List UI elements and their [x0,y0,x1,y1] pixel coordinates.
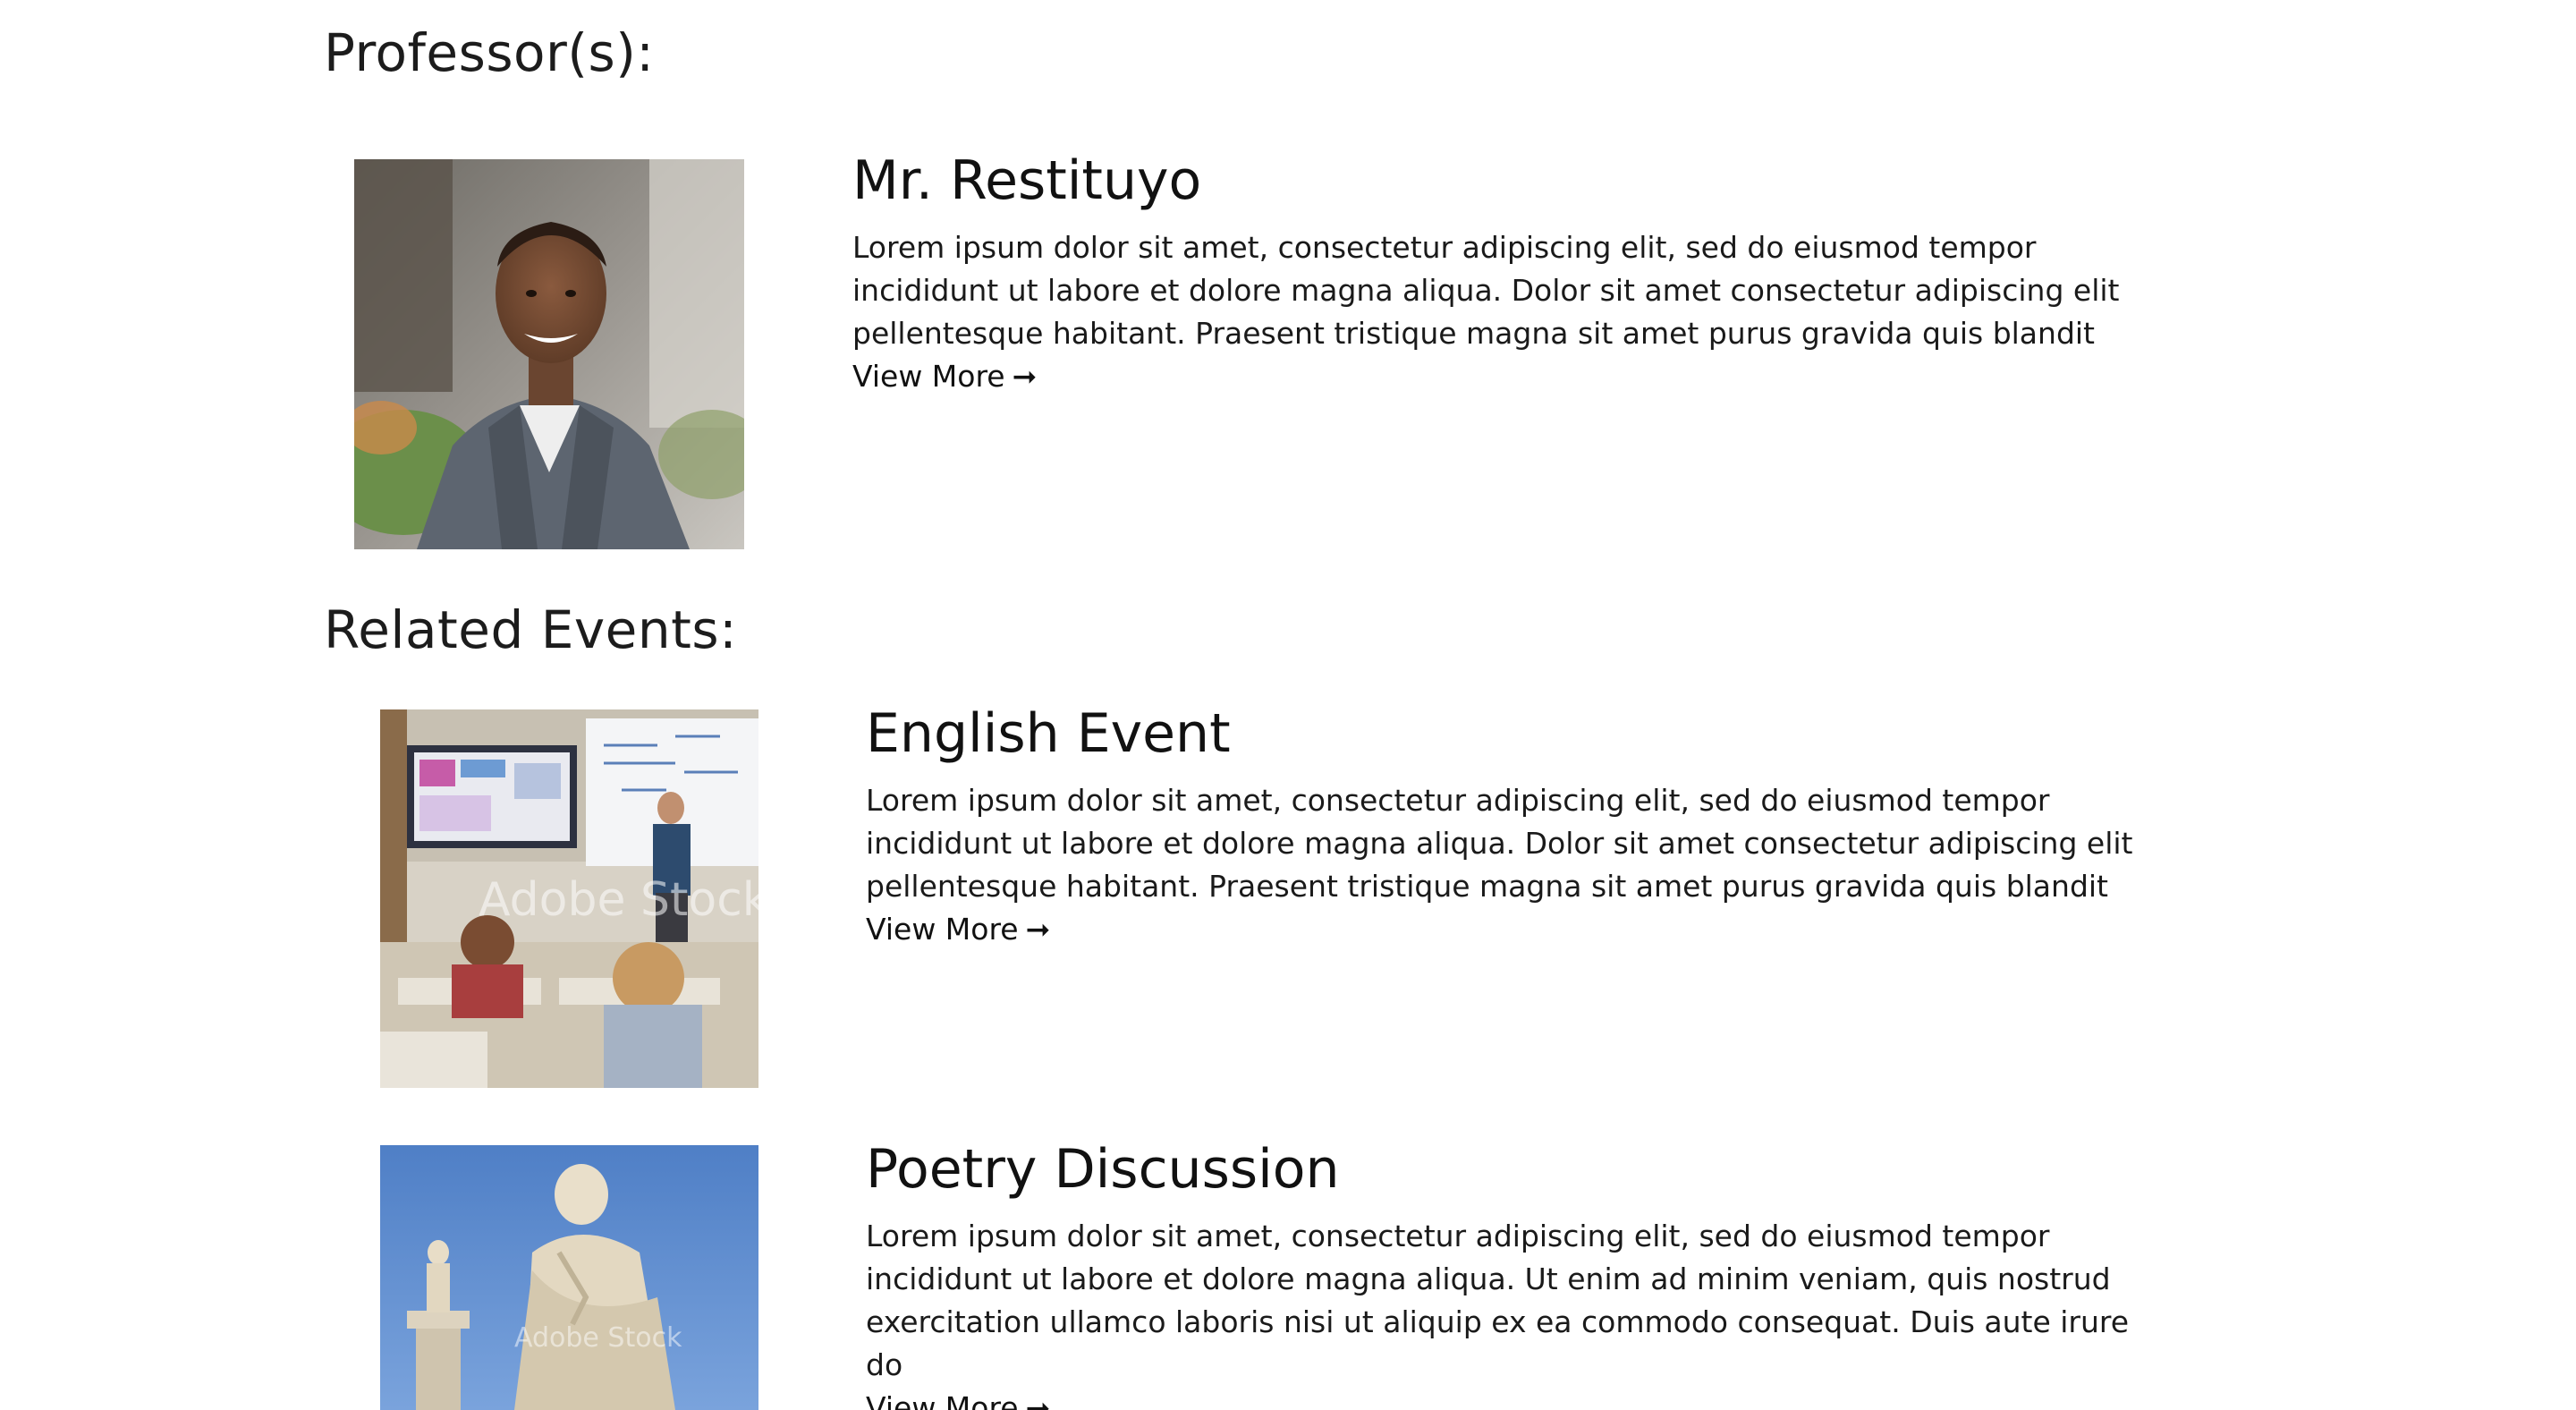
english-event-view-more-link[interactable]: View More ➞ [866,908,1050,951]
watermark: Adobe Stock [514,1322,682,1354]
professor-view-more-link[interactable]: View More ➞ [852,355,1037,398]
professor-photo [354,159,744,549]
poetry-discussion-view-more-link[interactable]: View More ➞ [866,1387,1050,1410]
english-event-card: English Event Lorem ipsum dolor sit amet… [866,703,2172,951]
arrow-right-icon: ➞ [1025,912,1051,947]
view-more-label: View More [852,359,1005,394]
view-more-label: View More [866,1390,1019,1410]
professor-description: Lorem ipsum dolor sit amet, consectetur … [852,230,2120,351]
professors-heading: Professor(s): [324,22,655,83]
english-event-photo: Adobe Stock [380,709,758,1088]
poetry-discussion-card: Poetry Discussion Lorem ipsum dolor sit … [866,1139,2172,1410]
poetry-discussion-photo: Adobe Stock [380,1145,758,1410]
page: Professor(s): Mr. Restituyo Lorem ipsum … [0,0,2576,1410]
watermark: Adobe Stock [479,873,758,927]
english-event-description: Lorem ipsum dolor sit amet, consectetur … [866,783,2133,904]
arrow-right-icon: ➞ [1025,1390,1051,1410]
view-more-label: View More [866,912,1019,947]
related-events-heading: Related Events: [324,599,738,660]
poetry-discussion-description: Lorem ipsum dolor sit amet, consectetur … [866,1219,2130,1382]
english-event-title: English Event [866,702,1231,765]
poetry-discussion-title: Poetry Discussion [866,1138,1340,1201]
arrow-right-icon: ➞ [1012,359,1038,394]
professor-name: Mr. Restituyo [852,149,1202,212]
professor-card: Mr. Restituyo Lorem ipsum dolor sit amet… [852,150,2158,398]
